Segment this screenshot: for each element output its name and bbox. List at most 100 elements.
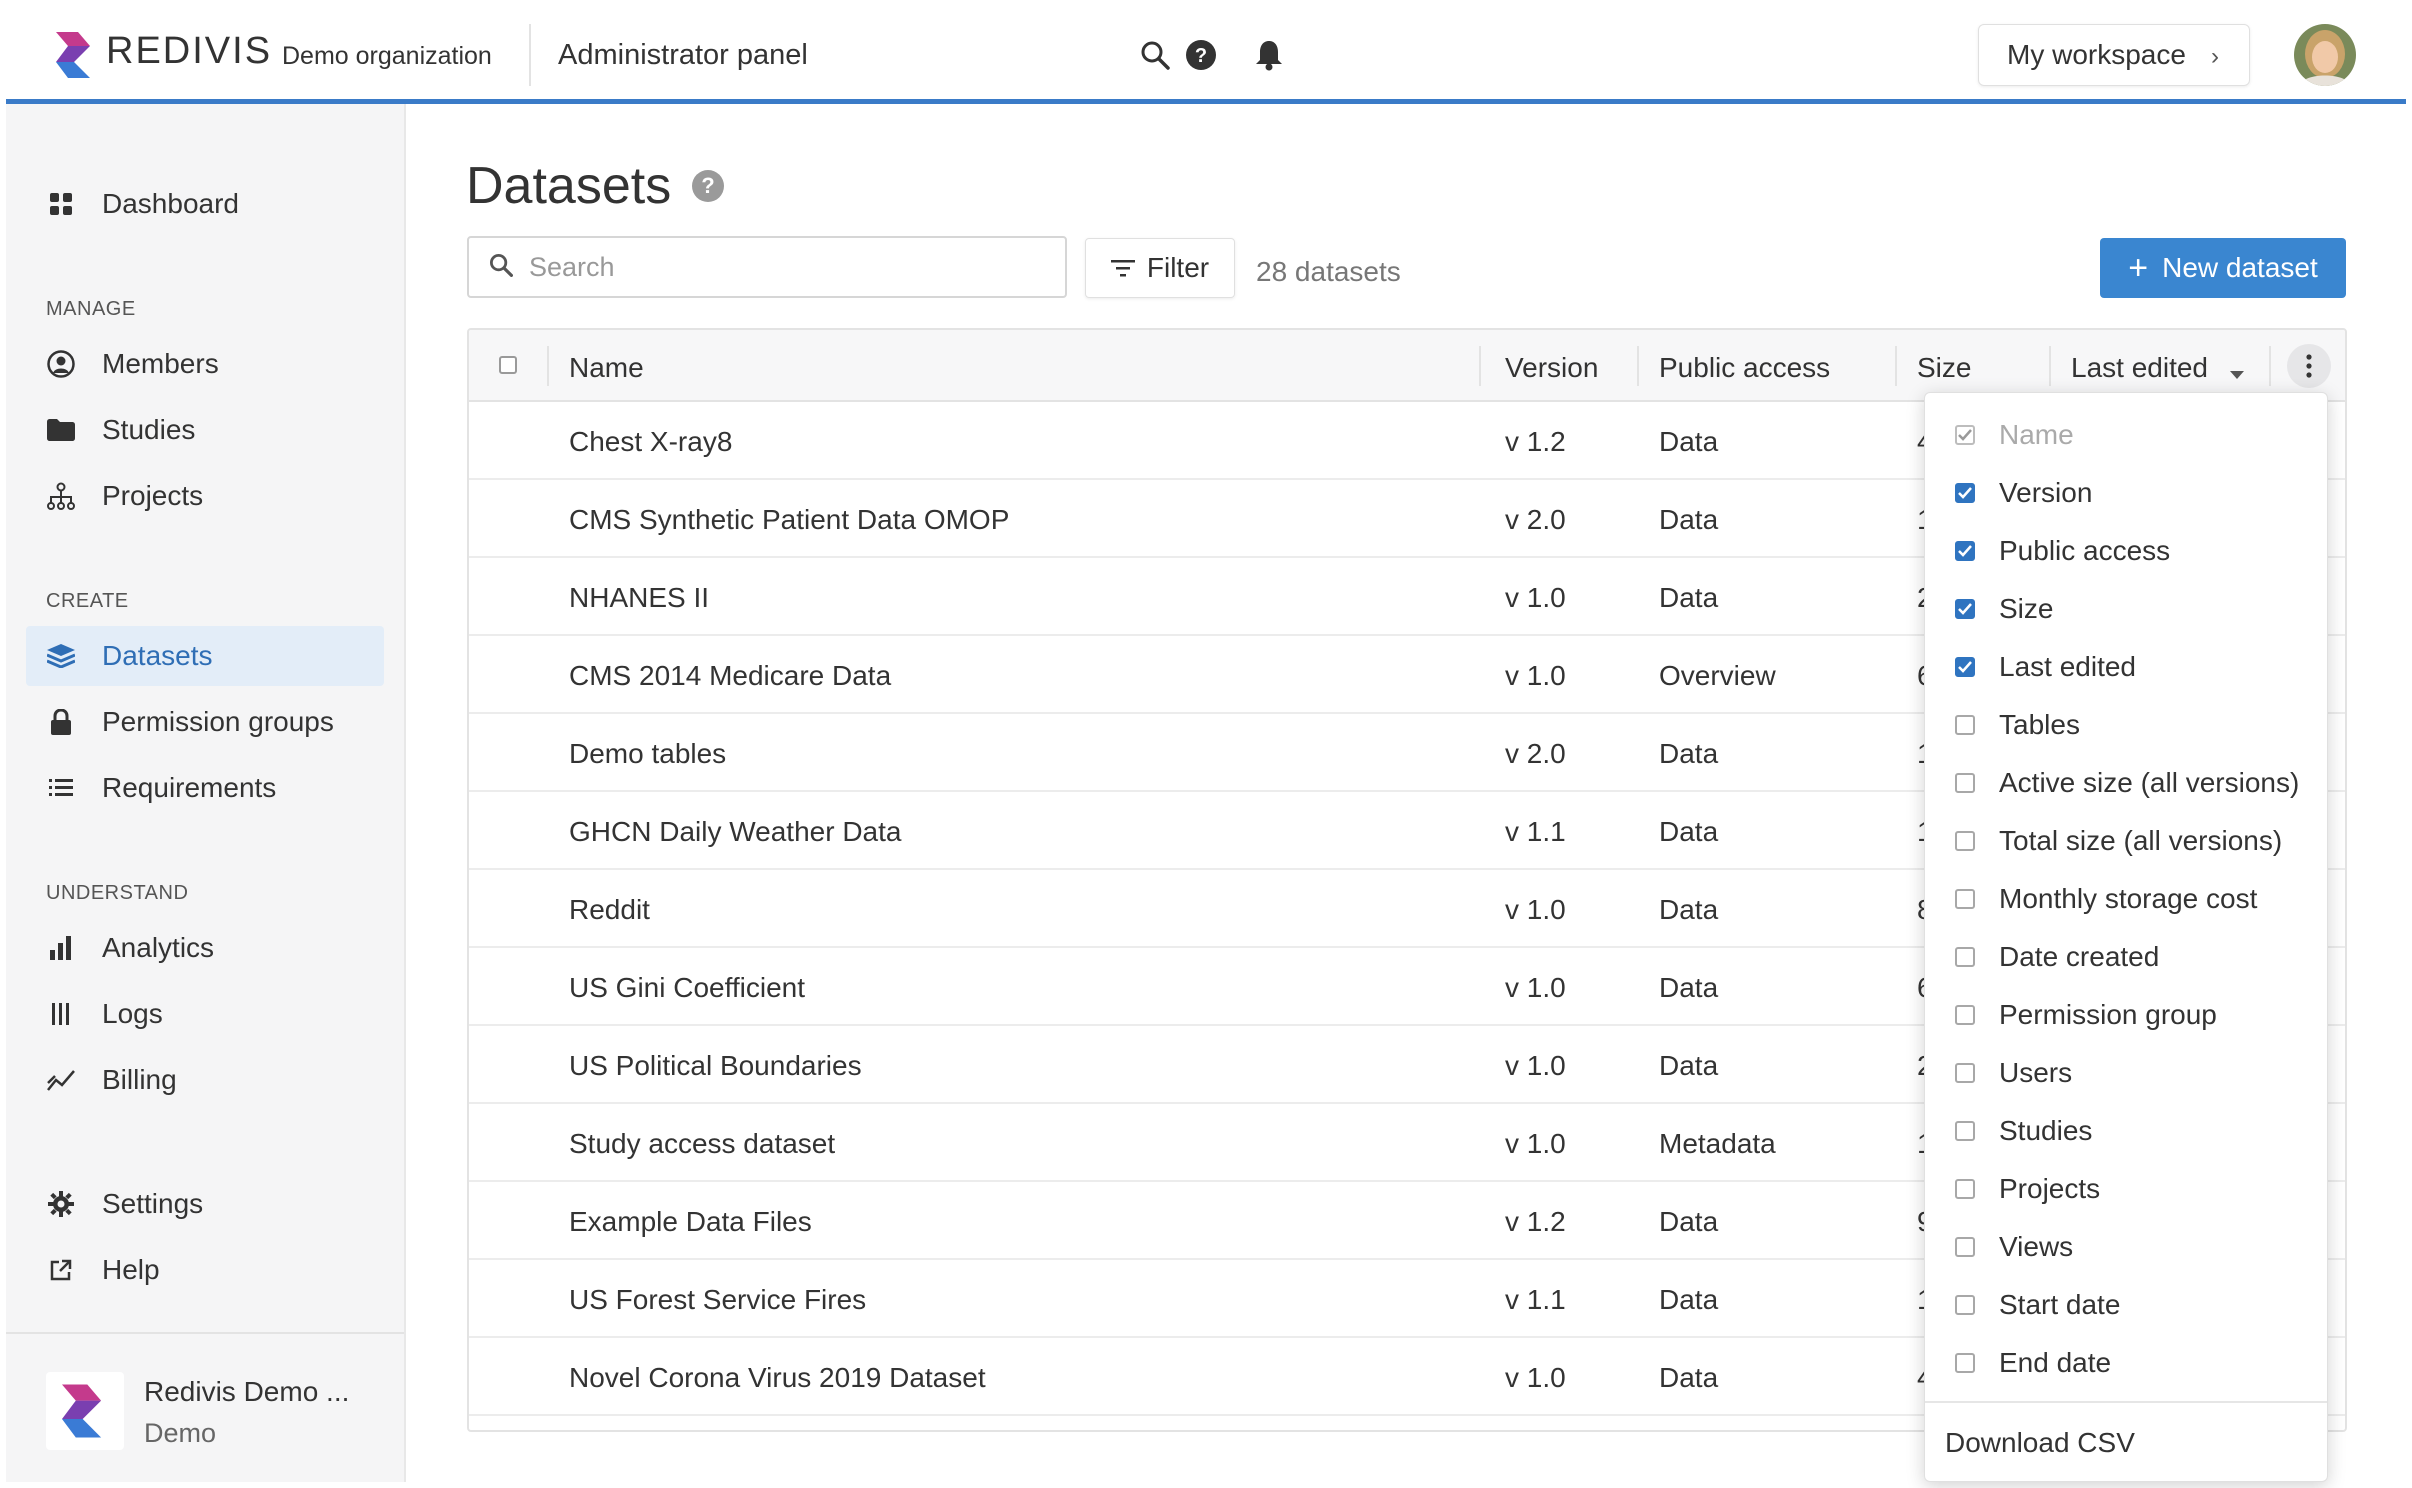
sidebar-item-studies[interactable]: Studies	[26, 400, 384, 460]
sidebar-item-requirements[interactable]: Requirements	[26, 758, 384, 818]
column-toggle-label: Permission group	[1999, 999, 2217, 1030]
column-toggle-label: Public access	[1999, 535, 2171, 566]
checkbox-checked-icon[interactable]	[1955, 541, 1975, 561]
search-box[interactable]	[467, 236, 1067, 298]
new-dataset-button[interactable]: + New dataset	[2100, 238, 2346, 298]
column-toggle-item[interactable]: Total size (all versions)	[1925, 813, 2327, 869]
user-circle-icon	[46, 349, 76, 379]
checkbox-unchecked-icon[interactable]	[1955, 831, 1975, 851]
checkbox-unchecked-icon[interactable]	[1955, 1179, 1975, 1199]
org-name[interactable]: Demo organization	[282, 42, 492, 71]
column-toggle-item[interactable]: Last edited	[1925, 639, 2327, 695]
column-toggle-item[interactable]: Tables	[1925, 697, 2327, 753]
dataset-version: v 1.0	[1505, 1050, 1566, 1081]
column-header-name[interactable]: Name	[569, 352, 644, 384]
column-header-public-access[interactable]: Public access	[1659, 352, 1830, 384]
dataset-name[interactable]: Demo tables	[569, 738, 726, 770]
dataset-name[interactable]: Example Data Files	[569, 1206, 812, 1238]
column-header-size[interactable]: Size	[1917, 352, 1971, 384]
sidebar-label-requirements: Requirements	[102, 772, 277, 803]
sidebar-item-projects[interactable]: Projects	[26, 466, 384, 526]
user-avatar[interactable]	[2294, 24, 2356, 86]
checkbox-unchecked-icon[interactable]	[1955, 1237, 1975, 1257]
sidebar-item-permission-groups[interactable]: Permission groups	[26, 692, 384, 752]
sidebar-item-billing[interactable]: Billing	[26, 1050, 384, 1110]
org-switcher-name: Redivis Demo ...	[144, 1376, 350, 1407]
checkbox-unchecked-icon[interactable]	[1955, 1353, 1975, 1373]
help-icon[interactable]: ?	[1182, 36, 1220, 74]
column-toggle-item[interactable]: Size	[1925, 581, 2327, 637]
sidebar-item-dashboard[interactable]: Dashboard	[26, 174, 384, 234]
sidebar-label-settings: Settings	[102, 1188, 204, 1219]
checkbox-unchecked-icon[interactable]	[1955, 1121, 1975, 1141]
dataset-name[interactable]: CMS 2014 Medicare Data	[569, 660, 891, 692]
header-divider	[529, 24, 531, 86]
checkbox-unchecked-icon[interactable]	[1955, 1005, 1975, 1025]
column-separator	[547, 346, 549, 386]
checkbox-checked-icon[interactable]	[1955, 483, 1975, 503]
dataset-name[interactable]: Study access dataset	[569, 1128, 835, 1160]
column-toggle-item[interactable]: Date created	[1925, 929, 2327, 985]
dataset-name[interactable]: US Political Boundaries	[569, 1050, 862, 1082]
column-toggle-item[interactable]: Active size (all versions)	[1925, 755, 2327, 811]
column-toggle-item[interactable]: Permission group	[1925, 987, 2327, 1043]
column-toggle-item: Name	[1925, 407, 2327, 463]
filter-button[interactable]: Filter	[1085, 238, 1235, 298]
menu-divider	[1925, 1401, 2327, 1403]
column-toggle-item[interactable]: Views	[1925, 1219, 2327, 1275]
column-toggle-label: Start date	[1999, 1289, 2121, 1320]
dataset-version: v 1.0	[1505, 972, 1566, 1003]
brand-name: REDIVIS	[106, 30, 273, 72]
dataset-name[interactable]: US Gini Coefficient	[569, 972, 805, 1004]
checkbox-checked-icon[interactable]	[1955, 657, 1975, 677]
search-input[interactable]	[529, 251, 1049, 283]
search-icon[interactable]	[1136, 36, 1174, 74]
column-toggle-item[interactable]: Monthly storage cost	[1925, 871, 2327, 927]
sidebar-item-logs[interactable]: Logs	[26, 984, 384, 1044]
column-header-last-edited[interactable]: Last edited	[2071, 352, 2244, 386]
sidebar-item-analytics[interactable]: Analytics	[26, 918, 384, 978]
bar-chart-icon	[46, 933, 76, 963]
dataset-name[interactable]: US Forest Service Fires	[569, 1284, 866, 1316]
column-toggle-item[interactable]: Version	[1925, 465, 2327, 521]
redivis-logo[interactable]	[56, 32, 96, 78]
column-header-version[interactable]: Version	[1505, 352, 1598, 384]
column-toggle-item[interactable]: Projects	[1925, 1161, 2327, 1217]
column-toggle-item[interactable]: Start date	[1925, 1277, 2327, 1333]
column-toggle-item[interactable]: Studies	[1925, 1103, 2327, 1159]
checkbox-unchecked-icon[interactable]	[1955, 773, 1975, 793]
column-options-menu-icon[interactable]	[2287, 344, 2331, 388]
dataset-name[interactable]: Novel Corona Virus 2019 Dataset	[569, 1362, 986, 1394]
column-toggle-item[interactable]: Users	[1925, 1045, 2327, 1101]
checkbox-unchecked-icon[interactable]	[1955, 1295, 1975, 1315]
help-circle-icon[interactable]: ?	[692, 170, 724, 202]
dataset-public-access: Metadata	[1659, 1128, 1776, 1159]
sidebar-item-help[interactable]: Help	[26, 1240, 384, 1300]
checkbox-unchecked-icon[interactable]	[1955, 889, 1975, 909]
sidebar-item-datasets[interactable]: Datasets	[26, 626, 384, 686]
select-all-checkbox[interactable]	[499, 356, 517, 374]
page-title: Datasets	[466, 157, 672, 215]
dataset-name[interactable]: Chest X-ray8	[569, 426, 732, 458]
download-csv-item[interactable]: Download CSV	[1945, 1427, 2135, 1459]
checkbox-unchecked-icon[interactable]	[1955, 1063, 1975, 1083]
column-separator	[2269, 346, 2271, 386]
sidebar-item-members[interactable]: Members	[26, 334, 384, 394]
trend-line-icon	[46, 1065, 76, 1095]
sidebar-label-analytics: Analytics	[102, 932, 215, 963]
layers-icon	[46, 641, 76, 671]
checkbox-unchecked-icon[interactable]	[1955, 715, 1975, 735]
checkbox-checked-icon[interactable]	[1955, 599, 1975, 619]
dataset-name[interactable]: CMS Synthetic Patient Data OMOP	[569, 504, 1009, 536]
bell-icon[interactable]	[1250, 36, 1288, 74]
column-separator	[1637, 346, 1639, 386]
dataset-name[interactable]: NHANES II	[569, 582, 709, 614]
sidebar-item-settings[interactable]: Settings	[26, 1174, 384, 1234]
column-toggle-item[interactable]: End date	[1925, 1335, 2327, 1391]
org-switcher[interactable]: Redivis Demo ... Demo	[6, 1332, 404, 1482]
column-toggle-item[interactable]: Public access	[1925, 523, 2327, 579]
my-workspace-button[interactable]: My workspace ›	[1978, 24, 2250, 86]
dataset-name[interactable]: GHCN Daily Weather Data	[569, 816, 901, 848]
checkbox-unchecked-icon[interactable]	[1955, 947, 1975, 967]
dataset-name[interactable]: Reddit	[569, 894, 650, 926]
